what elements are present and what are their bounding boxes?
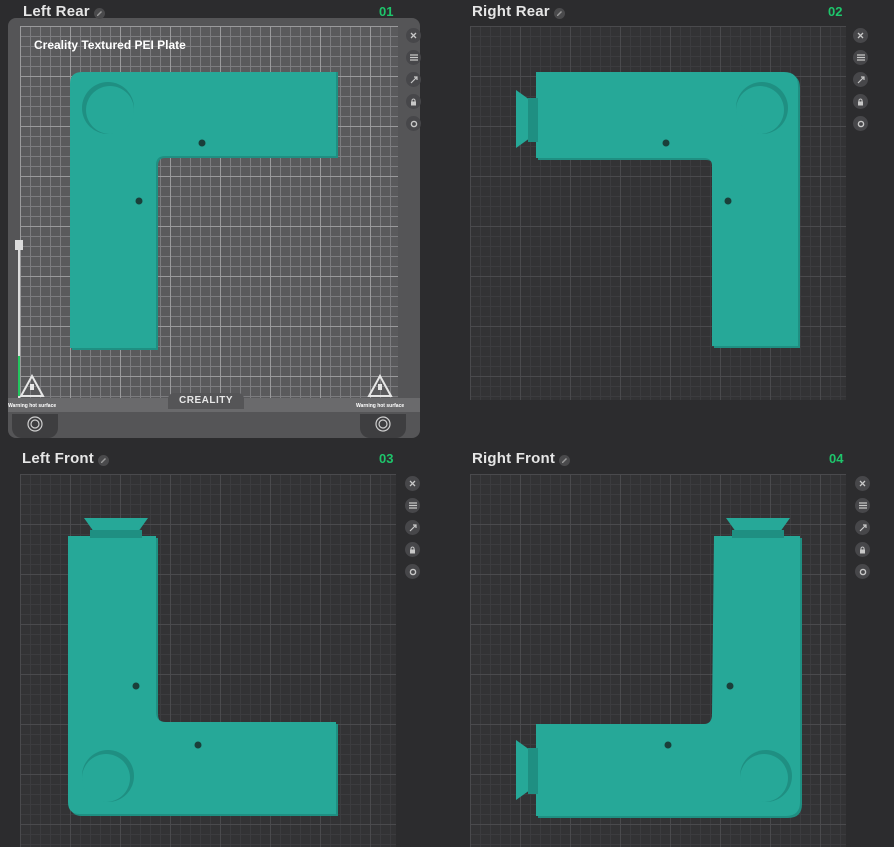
settings-icon[interactable]	[855, 564, 870, 579]
brand-logo: CREALITY	[168, 393, 244, 409]
edit-icon[interactable]	[559, 455, 571, 466]
edit-icon[interactable]	[553, 8, 565, 19]
fingerprint-icon	[375, 416, 391, 432]
lock-icon[interactable]	[853, 94, 868, 109]
bed-foot-right	[360, 414, 406, 438]
orient-icon[interactable]	[855, 520, 870, 535]
lock-icon[interactable]	[855, 542, 870, 557]
fingerprint-icon	[27, 416, 43, 432]
plate-02-toolbar	[853, 28, 868, 131]
plate-04-number: 04	[829, 451, 844, 466]
close-icon[interactable]	[406, 28, 421, 43]
arrange-icon[interactable]	[406, 50, 421, 65]
part-left-front[interactable]	[66, 518, 342, 818]
orient-icon[interactable]	[853, 72, 868, 87]
arrange-icon[interactable]	[853, 50, 868, 65]
plate-02-number: 02	[828, 4, 843, 19]
edit-icon[interactable]	[97, 455, 109, 466]
plate-01-number: 01	[379, 4, 394, 19]
plate-03-number: 03	[379, 451, 394, 466]
settings-icon[interactable]	[406, 116, 421, 131]
warning-left: Warning hot surface	[8, 373, 57, 409]
plate-04-toolbar	[855, 476, 870, 579]
plate-02-title[interactable]: Right Rear	[472, 3, 565, 20]
plate-02-title-text: Right Rear	[472, 3, 550, 20]
settings-icon[interactable]	[853, 116, 868, 131]
plate-03-title-text: Left Front	[22, 450, 94, 467]
arrange-icon[interactable]	[855, 498, 870, 513]
plate-01-toolbar	[406, 28, 421, 131]
bed-foot-left	[12, 414, 58, 438]
plate-03-title[interactable]: Left Front	[22, 450, 109, 467]
lock-icon[interactable]	[405, 542, 420, 557]
orient-icon[interactable]	[405, 520, 420, 535]
plate-01-title[interactable]: Left Rear	[23, 3, 105, 20]
part-right-rear[interactable]	[516, 72, 806, 350]
plate-04-title-text: Right Front	[472, 450, 556, 467]
plate-04-title[interactable]: Right Front	[472, 450, 571, 467]
close-icon[interactable]	[855, 476, 870, 491]
warning-right: Warning hot surface	[356, 373, 405, 409]
orient-icon[interactable]	[406, 72, 421, 87]
plate-03-toolbar	[405, 476, 420, 579]
plate-type-label: Creality Textured PEI Plate	[34, 38, 186, 52]
edit-icon[interactable]	[93, 8, 105, 19]
plate-01-title-text: Left Rear	[23, 3, 90, 20]
close-icon[interactable]	[853, 28, 868, 43]
warning-text-right: Warning hot surface	[356, 403, 405, 409]
warning-text-left: Warning hot surface	[8, 403, 57, 409]
settings-icon[interactable]	[405, 564, 420, 579]
part-left-rear[interactable]	[70, 72, 342, 352]
warning-icon	[19, 373, 45, 397]
arrange-icon[interactable]	[405, 498, 420, 513]
lock-icon[interactable]	[406, 94, 421, 109]
close-icon[interactable]	[405, 476, 420, 491]
warning-icon	[367, 373, 393, 397]
part-right-front[interactable]	[516, 518, 806, 820]
